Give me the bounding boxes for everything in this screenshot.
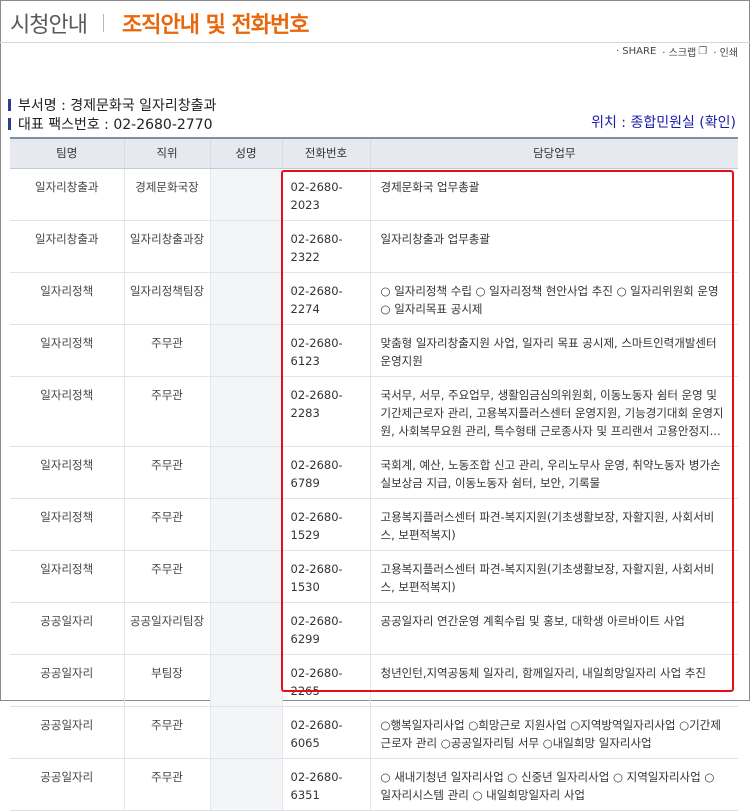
- scrap-button[interactable]: · 스크랩 ❐: [662, 44, 707, 59]
- print-button[interactable]: · 인쇄: [713, 44, 738, 59]
- name-cell: [210, 168, 283, 221]
- location-label: 위치 : 종합민원실 (확인): [591, 115, 736, 131]
- location-link[interactable]: 위치 : 종합민원실 (확인): [591, 112, 736, 132]
- share-label: · SHARE: [615, 46, 657, 57]
- name-cell: [210, 550, 283, 603]
- copy-icon: ❐: [698, 46, 708, 57]
- name-cell: [210, 446, 283, 499]
- team-cell: 공공일자리: [10, 602, 125, 655]
- position-cell: 주무관: [124, 446, 211, 499]
- name-cell: [210, 654, 283, 707]
- phone-cell: 02-2680-1529: [282, 498, 371, 551]
- share-button[interactable]: · SHARE: [616, 44, 656, 59]
- duty-cell: 국서무, 서무, 주요업무, 생활임금심의위원회, 이동노동자 쉼터 운영 및 …: [370, 376, 738, 447]
- phone-cell: 02-2680-6789: [282, 446, 371, 499]
- team-cell: 일자리정책: [10, 324, 125, 377]
- phone-cell: 02-2680-2283: [282, 376, 371, 447]
- header-divider: [0, 42, 750, 43]
- col-header-team: 팀명: [10, 137, 125, 169]
- table-row: 공공일자리 부팀장 02-2680-2265 청년인턴,지역공동체 일자리, 함께일자…: [10, 654, 738, 707]
- team-cell: 공공일자리: [10, 758, 125, 811]
- page-header: 시청안내 조직안내 및 전화번호: [10, 6, 309, 40]
- team-cell: 일자리정책: [10, 376, 125, 447]
- table-row: 일자리정책 주무관 02-2680-1529 고용복지플러스센터 파견-복지지원(기초…: [10, 498, 738, 551]
- staff-table: 팀명 직위 성명 전화번호 담당업무 일자리창출과 경제문화국장 02-2680-2…: [10, 137, 738, 811]
- phone-cell: 02-2680-2274: [282, 272, 371, 325]
- name-cell: [210, 498, 283, 551]
- table-row: 일자리정책 일자리정책팀장 02-2680-2274 ○ 일자리정책 수립 ○ 일자리…: [10, 272, 738, 325]
- position-cell: 주무관: [124, 324, 211, 377]
- phone-cell: 02-2680-2322: [282, 220, 371, 273]
- team-cell: 일자리정책: [10, 272, 125, 325]
- table-row: 일자리창출과 경제문화국장 02-2680-2023 경제문화국 업무총괄: [10, 168, 738, 221]
- fax-number: 대표 팩스번호 : 02-2680-2770: [18, 116, 213, 133]
- bullet-icon: [8, 98, 11, 111]
- position-cell: 주무관: [124, 758, 211, 811]
- name-cell: [210, 220, 283, 273]
- name-cell: [210, 706, 283, 759]
- bullet-icon: [8, 117, 11, 130]
- duty-cell: 국회계, 예산, 노동조합 신고 관리, 우리노무사 운영, 취약노동자 병가손…: [370, 446, 738, 499]
- table-row: 일자리정책 주무관 02-2680-6789 국회계, 예산, 노동조합 신고 관리,…: [10, 446, 738, 499]
- position-cell: 경제문화국장: [124, 168, 211, 221]
- position-cell: 주무관: [124, 498, 211, 551]
- table-row: 공공일자리 공공일자리팀장 02-2680-6299 공공일자리 연간운영 계획수립 …: [10, 602, 738, 655]
- table-row: 일자리정책 주무관 02-2680-1530 고용복지플러스센터 파견-복지지원(기초…: [10, 550, 738, 603]
- page-title: 시청안내: [10, 13, 88, 38]
- position-cell: 주무관: [124, 550, 211, 603]
- phone-cell: 02-2680-6299: [282, 602, 371, 655]
- duty-cell: 고용복지플러스센터 파견-복지지원(기초생활보장, 자활지원, 사회서비스, 보…: [370, 498, 738, 551]
- duty-cell: ○ 일자리정책 수립 ○ 일자리정책 현안사업 추진 ○ 일자리위원회 운영 ○…: [370, 272, 738, 325]
- col-header-position: 직위: [124, 137, 211, 169]
- toolbar: · SHARE · 스크랩 ❐ · 인쇄: [616, 44, 738, 59]
- table-row: 일자리창출과 일자리창출과장 02-2680-2322 일자리창출과 업무총괄: [10, 220, 738, 273]
- phone-cell: 02-2680-2265: [282, 654, 371, 707]
- team-cell: 일자리창출과: [10, 168, 125, 221]
- phone-cell: 02-2680-6351: [282, 758, 371, 811]
- team-cell: 공공일자리: [10, 654, 125, 707]
- duty-cell: ○ 새내기청년 일자리사업 ○ 신중년 일자리사업 ○ 지역일자리사업 ○ 일자…: [370, 758, 738, 811]
- phone-cell: 02-2680-6065: [282, 706, 371, 759]
- team-cell: 공공일자리: [10, 706, 125, 759]
- team-cell: 일자리정책: [10, 446, 125, 499]
- dept-name: 부서명 : 경제문화국 일자리창출과: [18, 97, 217, 114]
- team-cell: 일자리창출과: [10, 220, 125, 273]
- name-cell: [210, 376, 283, 447]
- duty-cell: 맞춤형 일자리창출지원 사업, 일자리 목표 공시제, 스마트인력개발센터 운영…: [370, 324, 738, 377]
- position-cell: 일자리정책팀장: [124, 272, 211, 325]
- phone-cell: 02-2680-1530: [282, 550, 371, 603]
- duty-cell: 일자리창출과 업무총괄: [370, 220, 738, 273]
- table-row: 일자리정책 주무관 02-2680-2283 국서무, 서무, 주요업무, 생활임금심…: [10, 376, 738, 447]
- col-header-duty: 담당업무: [370, 137, 738, 169]
- table-header-row: 팀명 직위 성명 전화번호 담당업무: [10, 137, 738, 169]
- duty-cell: ○행복일자리사업 ○희망근로 지원사업 ○지역방역일자리사업 ○기간제근로자 관…: [370, 706, 738, 759]
- position-cell: 부팀장: [124, 654, 211, 707]
- duty-cell: 청년인턴,지역공동체 일자리, 함께일자리, 내일희망일자리 사업 추진: [370, 654, 738, 707]
- print-label: · 인쇄: [713, 48, 738, 59]
- title-divider: [102, 14, 104, 32]
- scrap-label: · 스크랩: [662, 48, 697, 59]
- position-cell: 주무관: [124, 706, 211, 759]
- duty-cell: 경제문화국 업무총괄: [370, 168, 738, 221]
- duty-cell: 고용복지플러스센터 파견-복지지원(기초생활보장, 자활지원, 사회서비스, 보…: [370, 550, 738, 603]
- table-row: 공공일자리 주무관 02-2680-6351 ○ 새내기청년 일자리사업 ○ 신중년 …: [10, 758, 738, 811]
- table-row: 일자리정책 주무관 02-2680-6123 맞춤형 일자리창출지원 사업, 일자리 …: [10, 324, 738, 377]
- col-header-phone: 전화번호: [282, 137, 371, 169]
- name-cell: [210, 272, 283, 325]
- position-cell: 주무관: [124, 376, 211, 447]
- page-subtitle: 조직안내 및 전화번호: [121, 13, 309, 38]
- phone-cell: 02-2680-2023: [282, 168, 371, 221]
- phone-cell: 02-2680-6123: [282, 324, 371, 377]
- name-cell: [210, 602, 283, 655]
- position-cell: 일자리창출과장: [124, 220, 211, 273]
- name-cell: [210, 758, 283, 811]
- position-cell: 공공일자리팀장: [124, 602, 211, 655]
- duty-cell: 공공일자리 연간운영 계획수립 및 홍보, 대학생 아르바이트 사업: [370, 602, 738, 655]
- col-header-name: 성명: [210, 137, 283, 169]
- team-cell: 일자리정책: [10, 498, 125, 551]
- team-cell: 일자리정책: [10, 550, 125, 603]
- table-row: 공공일자리 주무관 02-2680-6065 ○행복일자리사업 ○희망근로 지원사업 …: [10, 706, 738, 759]
- name-cell: [210, 324, 283, 377]
